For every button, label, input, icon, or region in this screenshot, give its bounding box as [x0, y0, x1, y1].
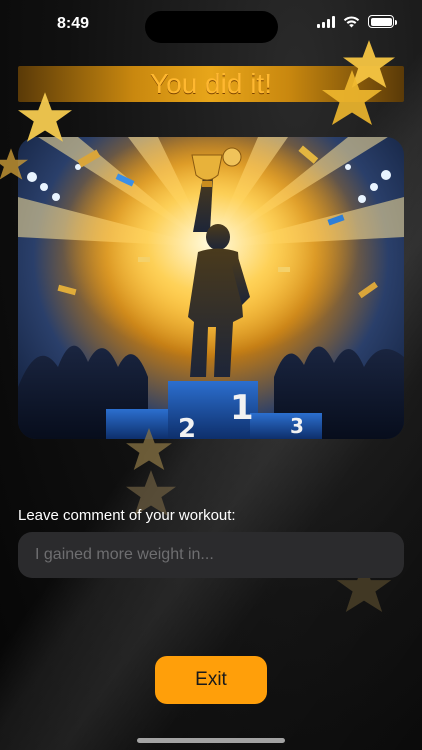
home-indicator: [137, 738, 285, 743]
status-icons: [317, 15, 397, 28]
page-title: You did it!: [150, 68, 272, 99]
podium-label-second: 2: [178, 414, 196, 439]
podium-label-first: 1: [230, 388, 254, 428]
comment-input[interactable]: [18, 532, 404, 578]
exit-button[interactable]: Exit: [155, 656, 267, 704]
star-icon: [126, 428, 172, 470]
battery-icon: [368, 15, 397, 28]
star-icon: [18, 92, 72, 142]
wifi-icon: [343, 16, 360, 28]
comment-label: Leave comment of your workout:: [18, 507, 236, 524]
trophy-scene: 2 1 3: [18, 137, 404, 439]
status-time: 8:49: [57, 15, 90, 32]
podium-label-third: 3: [290, 414, 304, 438]
battery-level: [370, 17, 392, 26]
dynamic-island: [145, 11, 278, 43]
signal-icon: [317, 15, 335, 28]
star-icon: [0, 148, 28, 180]
star-icon: [322, 70, 382, 125]
trophy-illustration: 2 1 3: [18, 137, 404, 439]
